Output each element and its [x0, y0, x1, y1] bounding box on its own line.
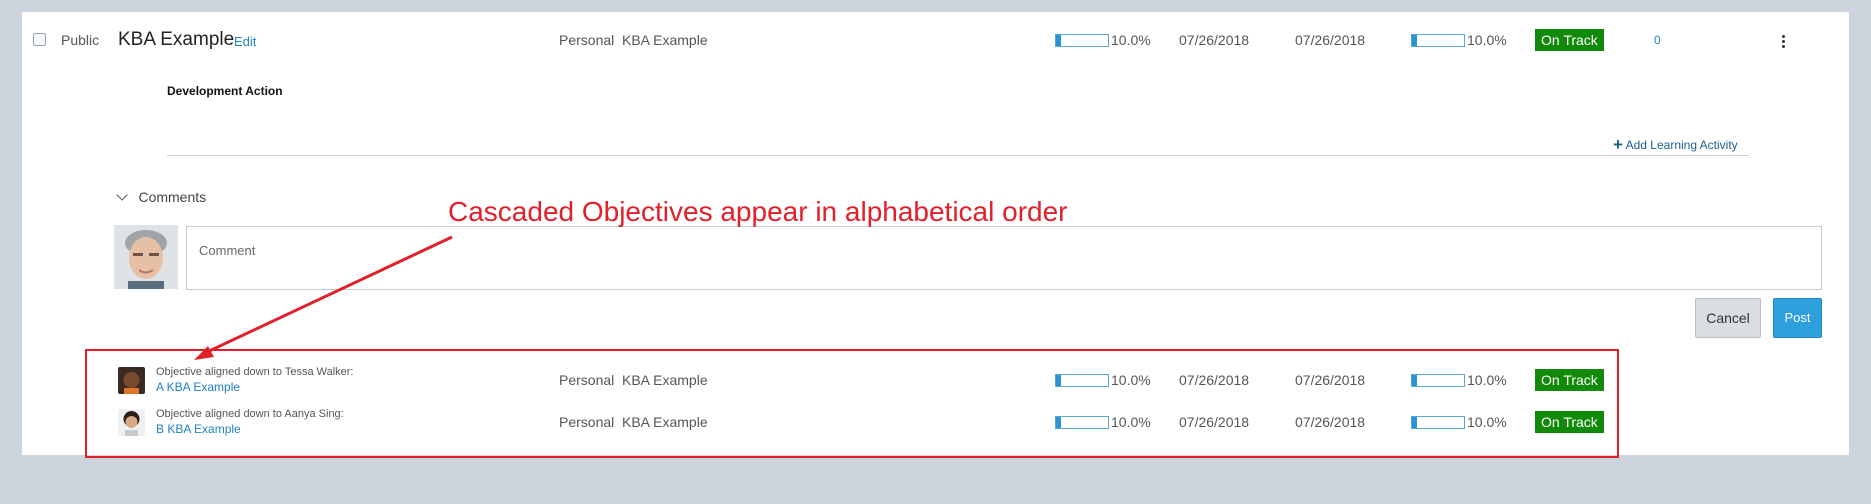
cascaded-objective-link[interactable]: B KBA Example	[156, 422, 241, 436]
aligned-text: Objective aligned down to Tessa Walker:	[156, 366, 354, 378]
category-cell: Personal	[559, 414, 615, 430]
progress-text-2: 10.0%	[1467, 414, 1507, 430]
aligned-text: Objective aligned down to Aanya Sing:	[156, 408, 344, 420]
progress-bar-2	[1411, 374, 1465, 387]
due-date: 07/26/2018	[1295, 372, 1366, 388]
status-badge: On Track	[1535, 411, 1604, 433]
progress-bar-2	[1411, 416, 1465, 429]
progress-text: 10.0%	[1111, 414, 1151, 430]
due-date: 07/26/2018	[1295, 414, 1366, 430]
progress-text: 10.0%	[1111, 372, 1151, 388]
aanya-sing-avatar	[118, 409, 145, 436]
progress-text-2: 10.0%	[1467, 372, 1507, 388]
progress-bar	[1055, 416, 1109, 429]
progress-fill	[1412, 375, 1418, 386]
progress-fill	[1056, 375, 1062, 386]
status-badge: On Track	[1535, 369, 1604, 391]
progress-fill	[1412, 417, 1418, 428]
tessa-walker-avatar	[118, 367, 145, 394]
start-date: 07/26/2018	[1179, 414, 1250, 430]
cascaded-objective-link[interactable]: A KBA Example	[156, 380, 240, 394]
progress-bar	[1055, 374, 1109, 387]
progress-fill	[1056, 417, 1062, 428]
category-cell: Personal	[559, 372, 615, 388]
start-date: 07/26/2018	[1179, 372, 1250, 388]
parent-cell: KBA Example	[622, 414, 708, 430]
parent-cell: KBA Example	[622, 372, 708, 388]
